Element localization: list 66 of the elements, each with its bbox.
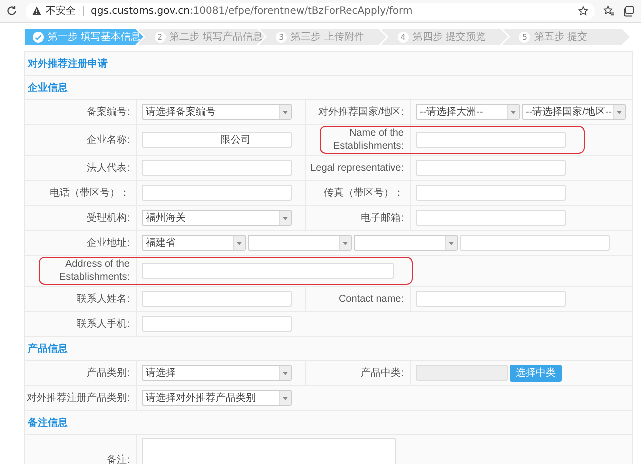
input-field[interactable] bbox=[416, 132, 566, 148]
caret-icon bbox=[283, 216, 288, 220]
input-field[interactable] bbox=[416, 365, 508, 381]
field-label: Contact name: bbox=[338, 292, 404, 306]
favorites-icon[interactable] bbox=[603, 5, 615, 17]
input-field[interactable] bbox=[142, 160, 292, 176]
section-heading: 产品信息 bbox=[28, 342, 68, 356]
input-field[interactable] bbox=[142, 316, 292, 332]
warning-icon bbox=[32, 6, 42, 16]
field-label: 备案编号: bbox=[87, 106, 130, 118]
wizard-step[interactable]: 4 第四步 提交预览 bbox=[380, 29, 508, 45]
star-plus-icon[interactable] bbox=[578, 6, 589, 16]
field-label: 电子邮箱: bbox=[361, 212, 404, 224]
dropdown[interactable]: 请选择备案编号 bbox=[142, 104, 292, 120]
section-heading: 备注信息 bbox=[28, 416, 68, 430]
field-label: 产品类别: bbox=[87, 366, 130, 380]
input-field[interactable] bbox=[460, 235, 610, 251]
input-field[interactable] bbox=[142, 185, 292, 201]
field-label: 受理机构: bbox=[87, 212, 130, 224]
input-field[interactable] bbox=[416, 210, 566, 226]
field-label: 产品中类: bbox=[361, 366, 404, 380]
check-icon bbox=[33, 32, 44, 42]
field-label: 对外推荐注册产品类别: bbox=[27, 392, 130, 404]
collections-icon[interactable] bbox=[623, 5, 635, 17]
input-field[interactable] bbox=[416, 185, 566, 201]
field-label: 联系人姓名: bbox=[77, 292, 130, 306]
section-heading: 企业信息 bbox=[28, 82, 68, 94]
refresh-icon[interactable] bbox=[6, 5, 18, 17]
dropdown[interactable]: 请选择 bbox=[142, 365, 292, 381]
dropdown[interactable]: --请选择国家/地区-- bbox=[522, 104, 626, 120]
dropdown[interactable]: 福建省 bbox=[142, 235, 246, 251]
field-label: Legal representative: bbox=[310, 162, 404, 174]
caret-icon bbox=[511, 110, 516, 114]
input-field[interactable]: 限公司 bbox=[142, 132, 292, 148]
address-bar[interactable]: 不安全 qgs.customs.gov.cn:10081/efpe/forentnew/tBzForRecApply/form bbox=[26, 2, 595, 20]
field-label: 企业名称: bbox=[87, 134, 130, 146]
input-field[interactable] bbox=[416, 160, 566, 176]
caret-icon bbox=[283, 110, 288, 114]
dropdown[interactable]: 福州海关 bbox=[142, 210, 292, 226]
field-label: Name of the Establishments: bbox=[332, 127, 404, 153]
caret-icon bbox=[283, 370, 288, 376]
remarks-textarea[interactable] bbox=[142, 438, 396, 464]
input-field[interactable] bbox=[142, 263, 394, 279]
caret-icon bbox=[617, 110, 622, 114]
field-label: 电话（带区号）： bbox=[50, 186, 130, 200]
form-title: 对外推荐注册申请 bbox=[28, 57, 108, 70]
dropdown[interactable] bbox=[354, 235, 458, 251]
caret-icon bbox=[283, 396, 288, 400]
dropdown[interactable]: 请选择对外推荐产品类别 bbox=[142, 390, 292, 406]
field-label: Address of the Establishments: bbox=[58, 258, 130, 284]
field-label: 法人代表: bbox=[87, 162, 130, 174]
wizard-step[interactable]: 5 第五步 提交 bbox=[502, 29, 630, 45]
security-label: 不安全 bbox=[46, 4, 76, 18]
dropdown[interactable]: --请选择大洲-- bbox=[416, 104, 520, 120]
field-label: 备注: bbox=[107, 454, 130, 464]
field-label: 对外推荐国家/地区: bbox=[318, 106, 404, 118]
caret-icon bbox=[237, 240, 242, 246]
field-label: 联系人手机: bbox=[77, 318, 130, 330]
field-label: 企业地址: bbox=[87, 236, 130, 250]
field-label: 传真（带区号）： bbox=[324, 186, 404, 200]
url-text: qgs.customs.gov.cn:10081/efpe/forentnew/tBzForRecApply/form bbox=[91, 6, 413, 16]
caret-icon bbox=[343, 240, 348, 246]
caret-icon bbox=[449, 240, 454, 246]
input-field[interactable] bbox=[142, 291, 292, 307]
input-field[interactable] bbox=[416, 291, 566, 307]
dropdown[interactable] bbox=[248, 235, 352, 251]
